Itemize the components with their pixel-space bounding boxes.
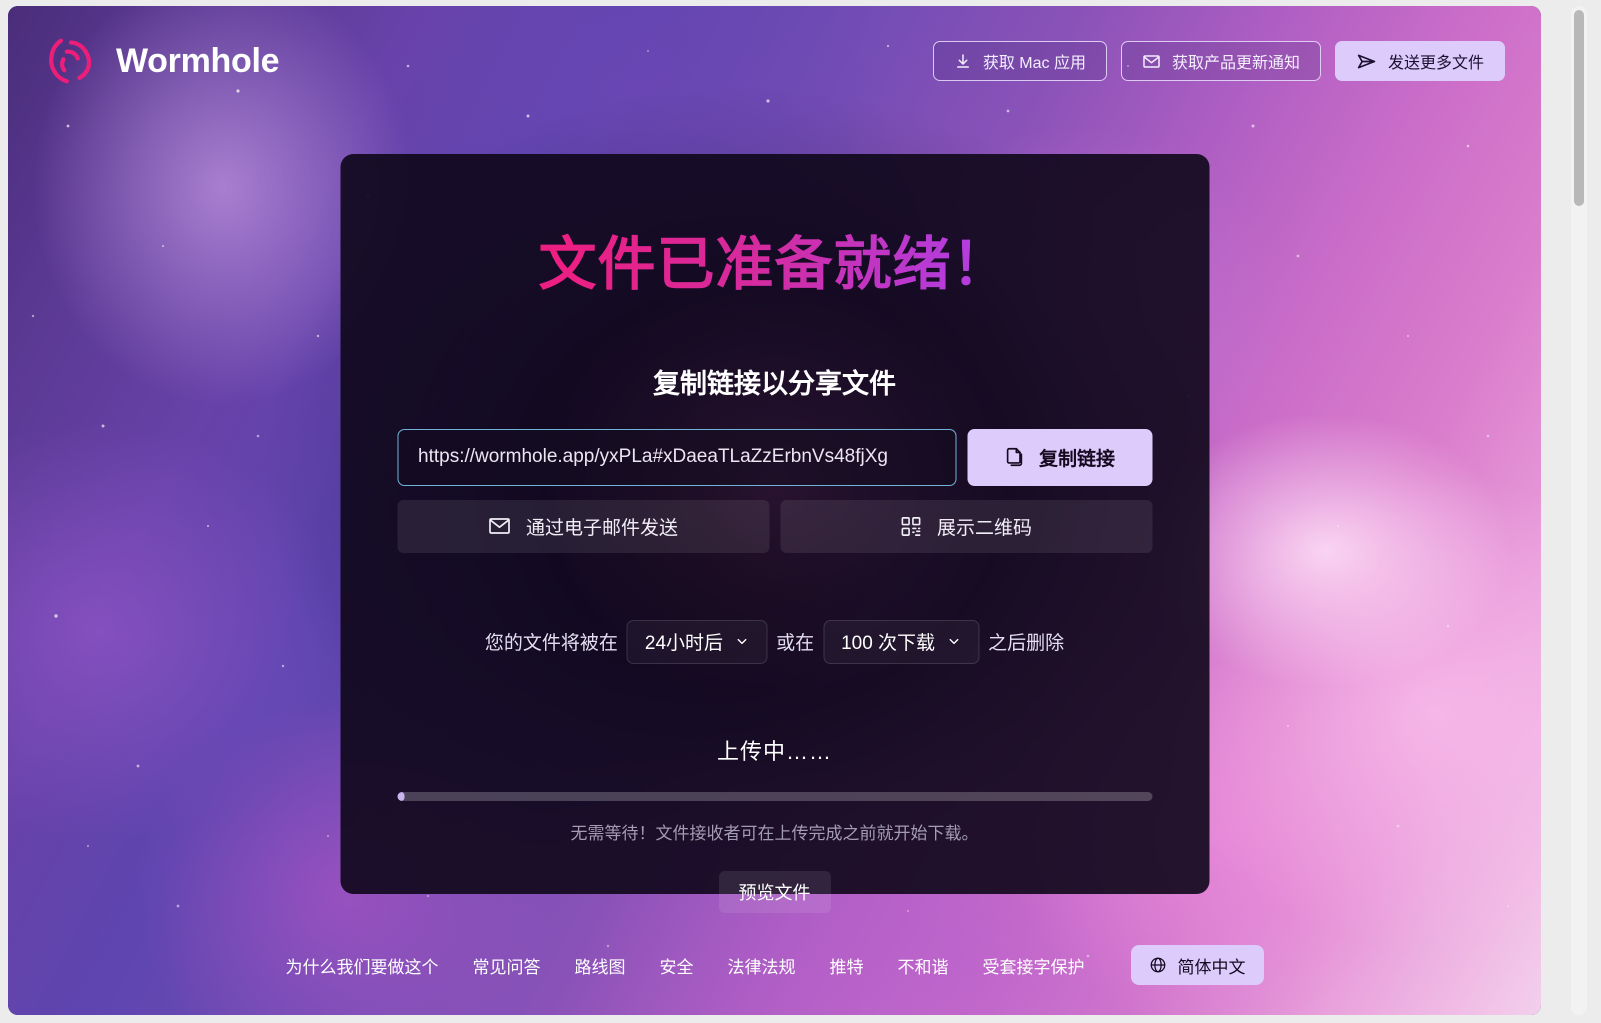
product-updates-label: 获取产品更新通知 <box>1171 55 1300 72</box>
preview-files-link[interactable]: 预览文件 <box>718 871 831 913</box>
expiry-time-value: 24小时后 <box>644 633 724 655</box>
send-more-files-button[interactable]: 发送更多文件 <box>1334 41 1505 81</box>
browser-scrollbar-track[interactable] <box>1571 6 1587 1015</box>
site-footer: 为什么我们要做这个 常见问答 路线图 安全 法律法规 推特 不和谐 受套接字保护… <box>8 923 1541 1015</box>
expiry-prefix: 您的文件将被在 <box>484 633 618 655</box>
browser-window: Wormhole 获取 Mac 应用 获取产品更新通知 发送更多文件 文件已准备… <box>0 0 1601 1023</box>
chevron-down-icon <box>949 639 958 645</box>
site-header: Wormhole 获取 Mac 应用 获取产品更新通知 发送更多文件 <box>8 6 1541 116</box>
expiry-downloads-select[interactable]: 100 次下载 <box>823 619 980 664</box>
copy-documents-icon <box>1007 448 1023 467</box>
wormhole-spiral-icon <box>49 38 92 84</box>
footer-link-discord[interactable]: 不和谐 <box>898 953 949 978</box>
upload-status-label: 上传中…… <box>716 738 832 764</box>
card-subtitle: 复制链接以分享文件 <box>653 368 896 399</box>
envelope-icon <box>489 518 511 534</box>
globe-icon <box>1150 957 1165 973</box>
send-by-email-button[interactable]: 通过电子邮件发送 <box>397 499 769 553</box>
get-mac-app-button[interactable]: 获取 Mac 应用 <box>932 41 1107 81</box>
preview-link-wrap: 预览文件 <box>718 871 831 913</box>
upload-progress-fill <box>397 791 405 801</box>
share-buttons-row: 通过电子邮件发送 展示二维码 <box>397 499 1152 553</box>
expiry-settings-row: 您的文件将被在 24小时后 或在 100 次下载 之后删除 <box>397 619 1152 664</box>
copy-link-button[interactable]: 复制链接 <box>967 428 1152 486</box>
upload-progress-block: 上传中…… 无需等待！文件接收者可在上传完成之前就开始下载。 <box>397 734 1152 844</box>
share-link-row: 复制链接 <box>397 428 1152 486</box>
share-card: 文件已准备就绪！ 复制链接以分享文件 复制链接 <box>340 154 1209 894</box>
get-mac-app-label: 获取 Mac 应用 <box>982 55 1086 72</box>
language-selector-button[interactable]: 简体中文 <box>1130 945 1264 985</box>
expiry-time-select[interactable]: 24小时后 <box>626 619 768 664</box>
product-updates-button[interactable]: 获取产品更新通知 <box>1120 41 1321 81</box>
expiry-middle: 或在 <box>776 633 815 655</box>
footer-link-faq[interactable]: 常见问答 <box>473 953 541 978</box>
footer-link-why[interactable]: 为什么我们要做这个 <box>286 953 439 978</box>
brand[interactable]: Wormhole <box>44 34 280 88</box>
footer-link-security[interactable]: 安全 <box>660 953 694 978</box>
send-paper-plane-icon <box>1357 54 1376 68</box>
browser-scrollbar-thumb[interactable] <box>1574 10 1584 206</box>
send-more-files-label: 发送更多文件 <box>1387 55 1484 72</box>
footer-link-legal[interactable]: 法律法规 <box>728 953 796 978</box>
page-viewport: Wormhole 获取 Mac 应用 获取产品更新通知 发送更多文件 文件已准备… <box>8 6 1541 1015</box>
show-qr-code-label: 展示二维码 <box>936 517 1032 539</box>
show-qr-code-button[interactable]: 展示二维码 <box>780 499 1152 553</box>
upload-hint-text: 无需等待！文件接收者可在上传完成之前就开始下载。 <box>570 823 979 843</box>
envelope-icon <box>1143 54 1160 68</box>
page-title: 文件已准备就绪！ <box>397 230 1152 300</box>
send-by-email-label: 通过电子邮件发送 <box>525 517 678 539</box>
header-actions: 获取 Mac 应用 获取产品更新通知 发送更多文件 <box>932 41 1505 81</box>
share-link-input[interactable] <box>397 428 956 486</box>
download-icon <box>956 54 969 68</box>
card-content: 文件已准备就绪！ 复制链接以分享文件 复制链接 <box>340 230 1209 844</box>
upload-progress-bar <box>397 791 1152 801</box>
chevron-down-icon <box>737 639 746 645</box>
footer-link-socket-protected[interactable]: 受套接字保护 <box>983 953 1085 978</box>
copy-link-label: 复制链接 <box>1038 448 1115 470</box>
footer-link-roadmap[interactable]: 路线图 <box>575 953 626 978</box>
language-selector-label: 简体中文 <box>1177 957 1246 977</box>
brand-name: Wormhole <box>116 41 280 80</box>
expiry-downloads-value: 100 次下载 <box>841 633 936 655</box>
expiry-suffix: 之后删除 <box>988 633 1065 655</box>
qr-code-icon <box>902 516 921 536</box>
footer-link-twitter[interactable]: 推特 <box>830 953 864 978</box>
